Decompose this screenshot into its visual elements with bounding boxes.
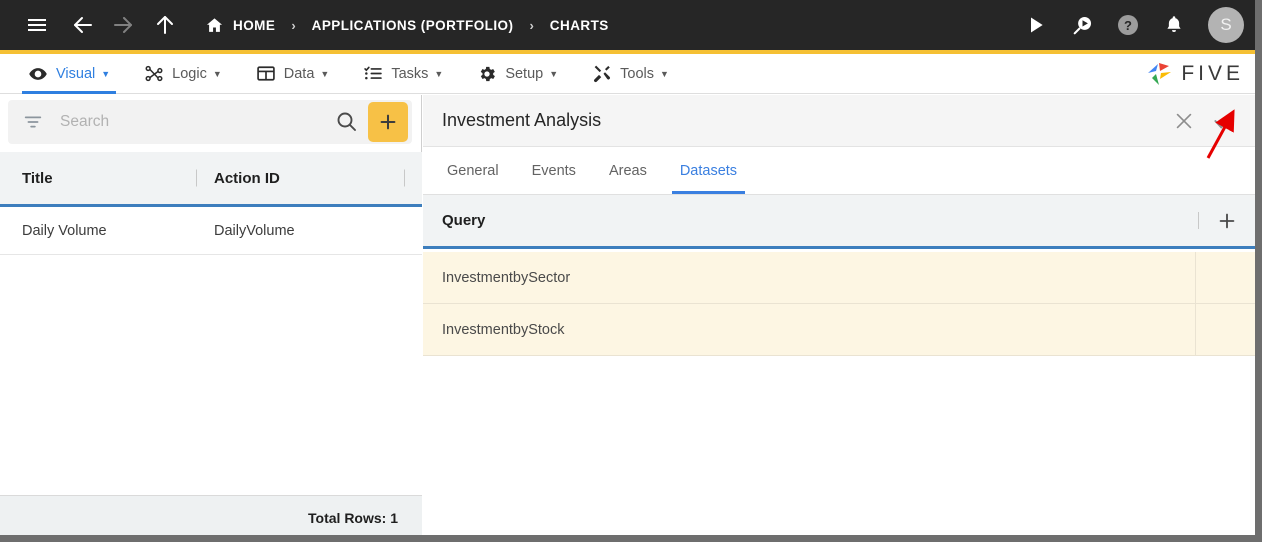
check-icon[interactable]: [1211, 108, 1237, 134]
menu-item-tools[interactable]: Tools ▼: [586, 54, 675, 94]
detail-header-actions: [1171, 108, 1255, 134]
left-panel: Title Action ID Daily Volume DailyVolume…: [0, 95, 422, 540]
tab-areas[interactable]: Areas: [605, 147, 651, 194]
logic-nodes-icon: [144, 64, 164, 84]
breadcrumb-item-applications[interactable]: APPLICATIONS (PORTFOLIO): [312, 18, 514, 33]
search-input[interactable]: [60, 113, 334, 131]
chevron-down-icon: ▼: [434, 68, 444, 79]
search-bar: [8, 100, 412, 144]
menu-item-visual[interactable]: Visual ▼: [22, 54, 117, 94]
tab-events-label: Events: [531, 162, 576, 179]
column-divider: [1195, 252, 1196, 303]
menu-item-logic[interactable]: Logic ▼: [138, 54, 228, 94]
cell-query: InvestmentbySector: [442, 269, 571, 286]
add-dataset-button[interactable]: [1215, 209, 1239, 233]
column-header-action-id-label: Action ID: [214, 169, 280, 187]
menu-label-logic: Logic: [172, 65, 207, 82]
table-row[interactable]: Daily Volume DailyVolume: [0, 207, 422, 255]
hamburger-icon[interactable]: [20, 8, 54, 42]
table-grid-icon: [256, 64, 276, 84]
five-wordmark: FIVE: [1181, 61, 1244, 85]
column-divider: [1195, 304, 1196, 355]
left-table-body: Daily Volume DailyVolume: [0, 207, 422, 495]
add-record-button[interactable]: [368, 102, 408, 142]
column-divider[interactable]: [404, 169, 405, 187]
breadcrumb-separator: ›: [529, 17, 534, 33]
menu-label-tools: Tools: [620, 65, 654, 82]
table-row[interactable]: InvestmentbySector: [423, 252, 1255, 304]
menu-label-visual: Visual: [56, 65, 96, 82]
menu-item-data[interactable]: Data ▼: [250, 54, 336, 94]
total-rows-label: Total Rows: 1: [308, 510, 398, 526]
breadcrumb: HOME: [204, 15, 275, 35]
five-logo: FIVE: [1144, 60, 1244, 88]
column-header-title[interactable]: Title: [22, 170, 214, 187]
breadcrumb-item-charts[interactable]: CHARTS: [550, 18, 609, 33]
home-icon[interactable]: [204, 15, 224, 35]
table-row[interactable]: InvestmentbyStock: [423, 304, 1255, 356]
bell-icon[interactable]: [1152, 5, 1196, 45]
column-divider[interactable]: [196, 169, 197, 187]
page-title: Investment Analysis: [442, 110, 602, 130]
menu-label-tasks: Tasks: [391, 65, 429, 82]
tab-datasets-label: Datasets: [679, 162, 738, 179]
left-panel-footer: Total Rows: 1: [0, 495, 422, 540]
horizontal-scrollbar[interactable]: [0, 535, 1255, 542]
breadcrumb-item-home[interactable]: HOME: [233, 18, 275, 33]
menu-bar: Visual ▼ Logic ▼ Data ▼ Tasks ▼ Setup ▼ Tools…: [0, 54, 1262, 94]
tab-events[interactable]: Events: [528, 147, 580, 194]
menu-item-setup[interactable]: Setup ▼: [471, 54, 564, 94]
column-header-query[interactable]: Query: [442, 212, 485, 229]
active-indicator: [22, 90, 117, 94]
query-header-actions: [1198, 209, 1255, 233]
menu-item-tasks[interactable]: Tasks ▼: [357, 54, 449, 94]
breadcrumb-separator: ›: [291, 17, 296, 33]
arrow-forward-icon[interactable]: [106, 8, 140, 42]
query-table-body: InvestmentbySector InvestmentbyStock: [423, 252, 1255, 356]
tab-general-label: General: [447, 162, 499, 179]
close-icon[interactable]: [1171, 108, 1197, 134]
svg-text:?: ?: [1124, 18, 1132, 33]
vertical-scrollbar[interactable]: [1255, 0, 1262, 542]
chevron-down-icon: ▼: [320, 68, 330, 79]
tab-general[interactable]: General: [443, 147, 503, 194]
eye-icon: [28, 64, 48, 84]
five-mark-icon: [1148, 62, 1172, 85]
cell-title: Daily Volume: [22, 222, 107, 239]
top-bar: HOME › APPLICATIONS (PORTFOLIO) › CHARTS…: [0, 0, 1262, 50]
chevron-down-icon: ▼: [212, 68, 222, 79]
filter-icon[interactable]: [22, 111, 44, 133]
cell-action-id: DailyVolume: [214, 222, 295, 239]
checklist-icon: [363, 64, 383, 84]
gear-icon: [477, 64, 497, 84]
right-panel: Investment Analysis General Events Areas…: [423, 95, 1255, 540]
chevron-down-icon: ▼: [660, 68, 669, 79]
left-table-header: Title Action ID: [0, 152, 422, 207]
chevron-down-icon: ▼: [549, 68, 559, 79]
chevron-down-icon: ▼: [101, 68, 111, 79]
help-circle-icon[interactable]: ?: [1106, 5, 1150, 45]
query-table-header: Query: [423, 195, 1255, 249]
arrow-back-icon[interactable]: [66, 8, 100, 42]
search-play-icon[interactable]: [1060, 5, 1104, 45]
tools-icon: [592, 64, 612, 84]
arrow-up-icon[interactable]: [148, 8, 182, 42]
column-header-action-id[interactable]: Action ID: [196, 169, 405, 187]
menu-label-setup: Setup: [505, 65, 544, 82]
top-bar-actions: ? S: [1014, 5, 1262, 45]
active-indicator: [671, 191, 746, 194]
column-divider[interactable]: [1198, 212, 1199, 229]
detail-tabs: General Events Areas Datasets: [423, 147, 1255, 195]
cell-query: InvestmentbyStock: [442, 321, 565, 338]
avatar[interactable]: S: [1208, 7, 1244, 43]
tab-datasets[interactable]: Datasets: [671, 147, 746, 194]
detail-header: Investment Analysis: [423, 95, 1255, 147]
tab-areas-label: Areas: [608, 162, 647, 179]
play-icon[interactable]: [1014, 5, 1058, 45]
menu-label-data: Data: [283, 65, 315, 82]
magnifier-icon[interactable]: [334, 109, 360, 135]
